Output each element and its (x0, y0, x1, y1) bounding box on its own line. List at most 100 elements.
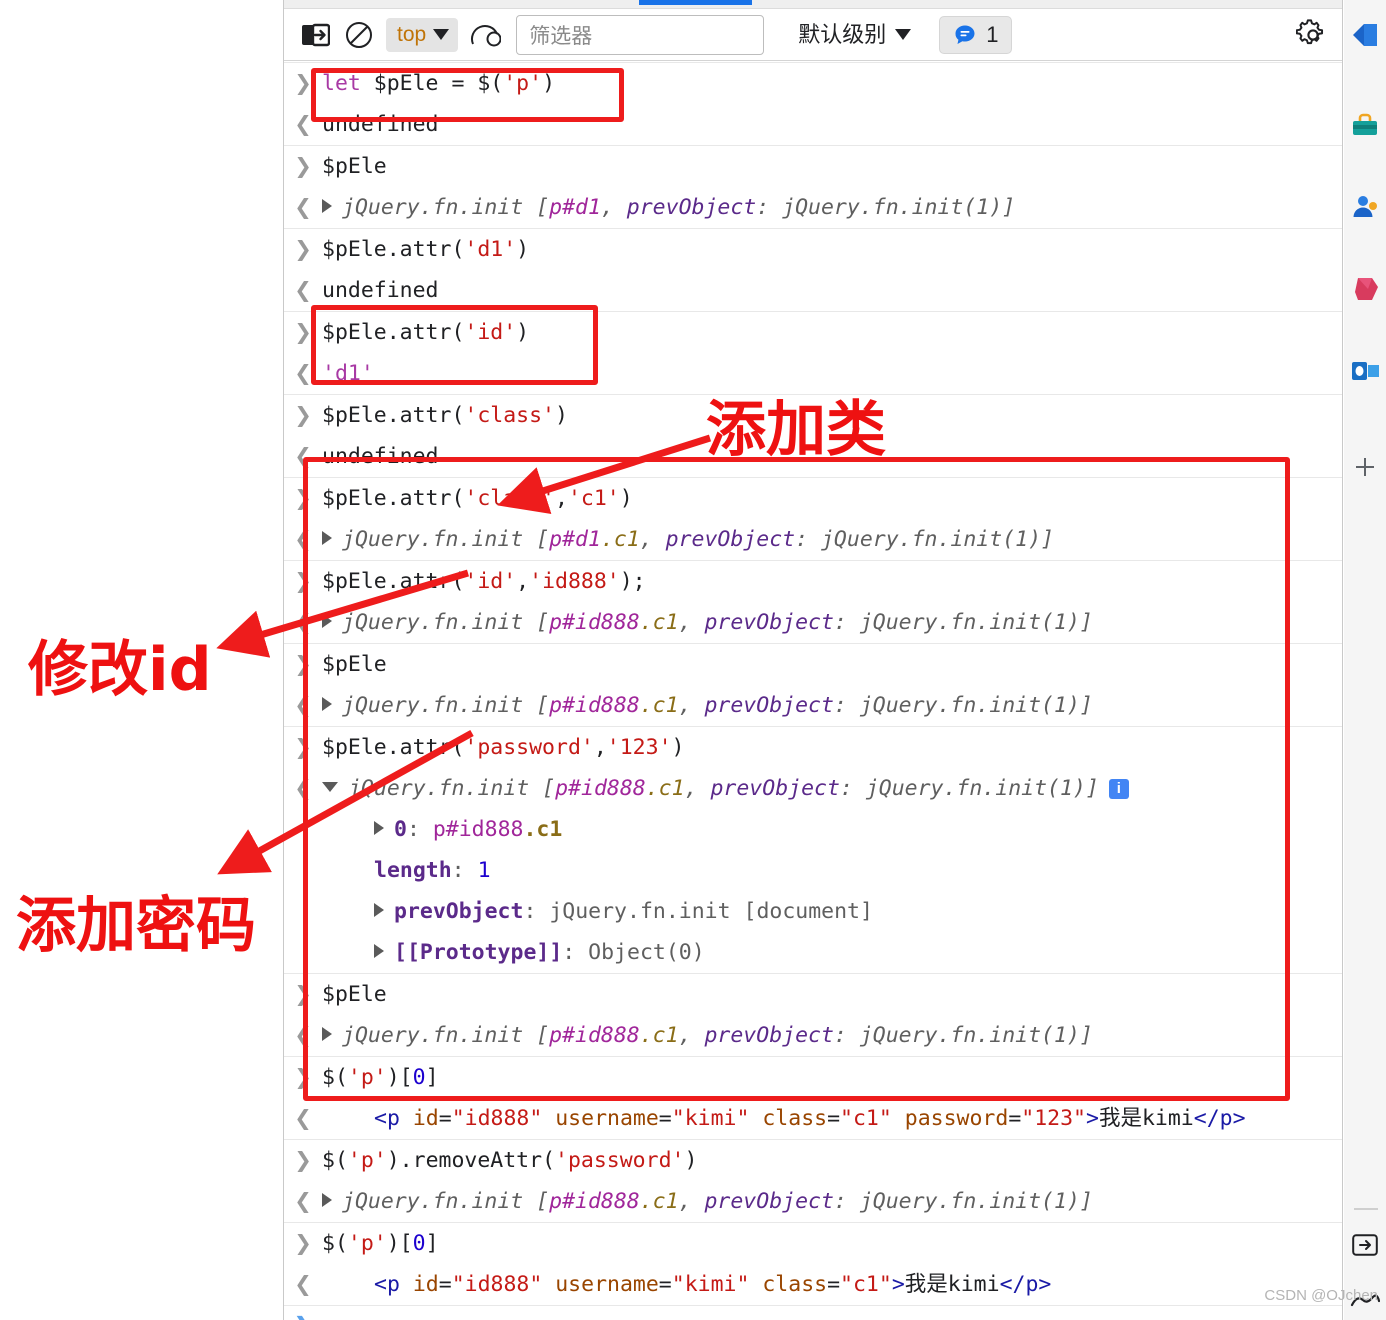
code-token: 'c1' (567, 486, 620, 511)
office-icon[interactable] (1348, 272, 1382, 306)
disclosure-closed-icon[interactable] (322, 697, 332, 711)
code-token: 'class' (464, 403, 555, 428)
console-row-content: undefined (322, 443, 1336, 470)
contacts-icon[interactable] (1348, 190, 1382, 224)
console-row-content: $pEle (322, 651, 1336, 678)
log-level-select[interactable]: 默认级别 (788, 18, 917, 52)
console-result-row[interactable]: ❮ jQuery.fn.init [p#id888.c1, prevObject:… (284, 1015, 1342, 1056)
clear-console-icon[interactable] (298, 18, 332, 52)
console-result-row[interactable]: ❮ undefined (284, 270, 1342, 311)
code-token: : (406, 817, 433, 842)
console-command-row[interactable]: ❯ $pEle.attr('password','123') (284, 726, 1342, 768)
prompt-marker-icon: ❯ (294, 1065, 312, 1089)
console-result-row[interactable]: ❮ <p id="id888" username="kimi" class="c1… (284, 1264, 1342, 1305)
code-token: '123' (606, 735, 672, 760)
code-token: prevObject (704, 1189, 834, 1214)
disclosure-closed-icon[interactable] (322, 1027, 332, 1041)
code-token: prevObject (626, 195, 757, 220)
console-command-row[interactable]: ❯ $pEle.attr('d1') (284, 228, 1342, 270)
code-token: : jQuery.fn.init(1)] (833, 1023, 1093, 1048)
disclosure-closed-icon[interactable] (322, 531, 332, 545)
console-row-content: <p id="id888" username="kimi" class="c1"… (322, 1271, 1336, 1298)
console-command-row[interactable]: ❯ $pEle (284, 145, 1342, 187)
console-command-row[interactable]: ❯ $pEle.attr('id','id888'); (284, 560, 1342, 602)
prompt-marker-icon: ❯ (294, 569, 312, 593)
console-command-row[interactable]: ❯ $('p')[0] (284, 1222, 1342, 1264)
console-command-row[interactable]: ❯ $pEle (284, 973, 1342, 1015)
console-prompt-row[interactable]: ❯ (284, 1305, 1342, 1320)
collections-icon[interactable] (1348, 18, 1382, 52)
disclosure-closed-icon[interactable] (322, 199, 332, 213)
code-token: prevObject (665, 527, 796, 552)
code-token: > (1086, 1106, 1099, 1131)
console-command-row[interactable]: ❯ $pEle.attr('id') (284, 311, 1342, 353)
code-token: ) (555, 403, 568, 428)
code-token: jQuery.fn.init (348, 776, 543, 801)
message-count-button[interactable]: 1 (939, 15, 1013, 54)
open-panel-icon[interactable] (1348, 1228, 1382, 1262)
console-row-content: [[Prototype]]: Object(0) (322, 939, 1336, 966)
code-token: $pEle.attr( (322, 735, 465, 760)
code-token: , (678, 693, 705, 718)
console-result-row[interactable]: ❮ undefined (284, 104, 1342, 145)
disclosure-closed-icon[interactable] (322, 614, 332, 628)
code-token: username (542, 1272, 659, 1297)
feedback-icon[interactable] (1348, 1286, 1382, 1320)
console-command-row[interactable]: ❯ $pEle (284, 643, 1342, 685)
console-row-content: jQuery.fn.init [p#d1, prevObject: jQuery… (322, 194, 1336, 221)
prompt-marker-icon: ❯ (294, 154, 312, 178)
result-marker-icon: ❮ (294, 361, 312, 385)
execution-context-select[interactable]: top (386, 17, 459, 52)
console-result-row[interactable]: ❮ jQuery.fn.init [p#id888.c1, prevObject:… (284, 1181, 1342, 1222)
code-token: p#id888 (549, 693, 640, 718)
code-token: id (399, 1272, 439, 1297)
live-expression-icon[interactable] (468, 18, 502, 52)
code-token: p#id888 (549, 610, 640, 635)
console-command-row[interactable]: ❯ $pEle.attr('class') (284, 394, 1342, 436)
console-result-row[interactable]: ❮ jQuery.fn.init [p#id888.c1, prevObject:… (284, 602, 1342, 643)
console-result-row[interactable]: ❮ jQuery.fn.init [p#d1, prevObject: jQuer… (284, 187, 1342, 228)
console-result-row[interactable]: ❮ undefined (284, 436, 1342, 477)
no-entry-icon[interactable] (342, 18, 376, 52)
toolbox-icon[interactable] (1348, 108, 1382, 142)
console-result-row[interactable]: ❮ jQuery.fn.init [p#id888.c1, prevObject:… (284, 685, 1342, 726)
disclosure-closed-icon[interactable] (374, 944, 384, 958)
code-token: 0 (412, 1065, 426, 1090)
disclosure-closed-icon[interactable] (374, 821, 384, 835)
console-result-row[interactable]: ❮ jQuery.fn.init [p#id888.c1, prevObject:… (284, 768, 1342, 809)
devtools-tabstrip (284, 0, 1342, 9)
console-result-row[interactable]: ❮ <p id="id888" username="kimi" class="c1… (284, 1098, 1342, 1139)
console-result-row[interactable]: ❮ 'd1' (284, 353, 1342, 394)
browser-side-rail (1344, 0, 1386, 1320)
disclosure-closed-icon[interactable] (322, 1193, 332, 1207)
outlook-icon[interactable] (1348, 354, 1382, 388)
console-object-property-row[interactable]: [[Prototype]]: Object(0) (284, 932, 1342, 973)
devtools-console-panel: top 筛选器 默认级别 1 ❯ let $pEle = $('p') ❮ un… (283, 0, 1343, 1320)
console-object-property-row[interactable]: 0: p#id888.c1 (284, 809, 1342, 850)
code-token: ) (619, 486, 633, 511)
code-token: [ (536, 1023, 550, 1048)
result-marker-icon: ❮ (294, 1272, 312, 1296)
console-command-row[interactable]: ❯ $('p').removeAttr('password') (284, 1139, 1342, 1181)
code-token: ) (516, 237, 530, 262)
code-token: [ (536, 693, 550, 718)
console-object-property-row[interactable]: prevObject: jQuery.fn.init [document] (284, 891, 1342, 932)
console-row-content: 'd1' (322, 360, 1336, 387)
code-token: )[ (386, 1231, 413, 1256)
code-token: $( (322, 1065, 348, 1090)
add-icon[interactable] (1348, 450, 1382, 484)
console-command-row[interactable]: ❯ $pEle.attr('class','c1') (284, 477, 1342, 519)
console-command-row[interactable]: ❯ let $pEle = $('p') (284, 62, 1342, 104)
filter-input[interactable]: 筛选器 (516, 14, 765, 55)
tab-console-indicator[interactable] (639, 0, 752, 5)
console-object-property-row[interactable]: length: 1 (284, 850, 1342, 891)
disclosure-closed-icon[interactable] (374, 903, 384, 917)
console-result-row[interactable]: ❮ jQuery.fn.init [p#d1.c1, prevObject: jQ… (284, 519, 1342, 560)
disclosure-open-icon[interactable] (322, 782, 338, 792)
console-command-row[interactable]: ❯ $('p')[0] (284, 1056, 1342, 1098)
info-badge-icon[interactable]: i (1108, 779, 1129, 799)
console-log-list[interactable]: ❯ let $pEle = $('p') ❮ undefined ❯ $pEle ❮ jQue… (284, 62, 1342, 1320)
code-token: , (555, 486, 568, 511)
result-marker-icon: ❮ (294, 610, 312, 634)
gear-icon[interactable] (1296, 18, 1330, 52)
